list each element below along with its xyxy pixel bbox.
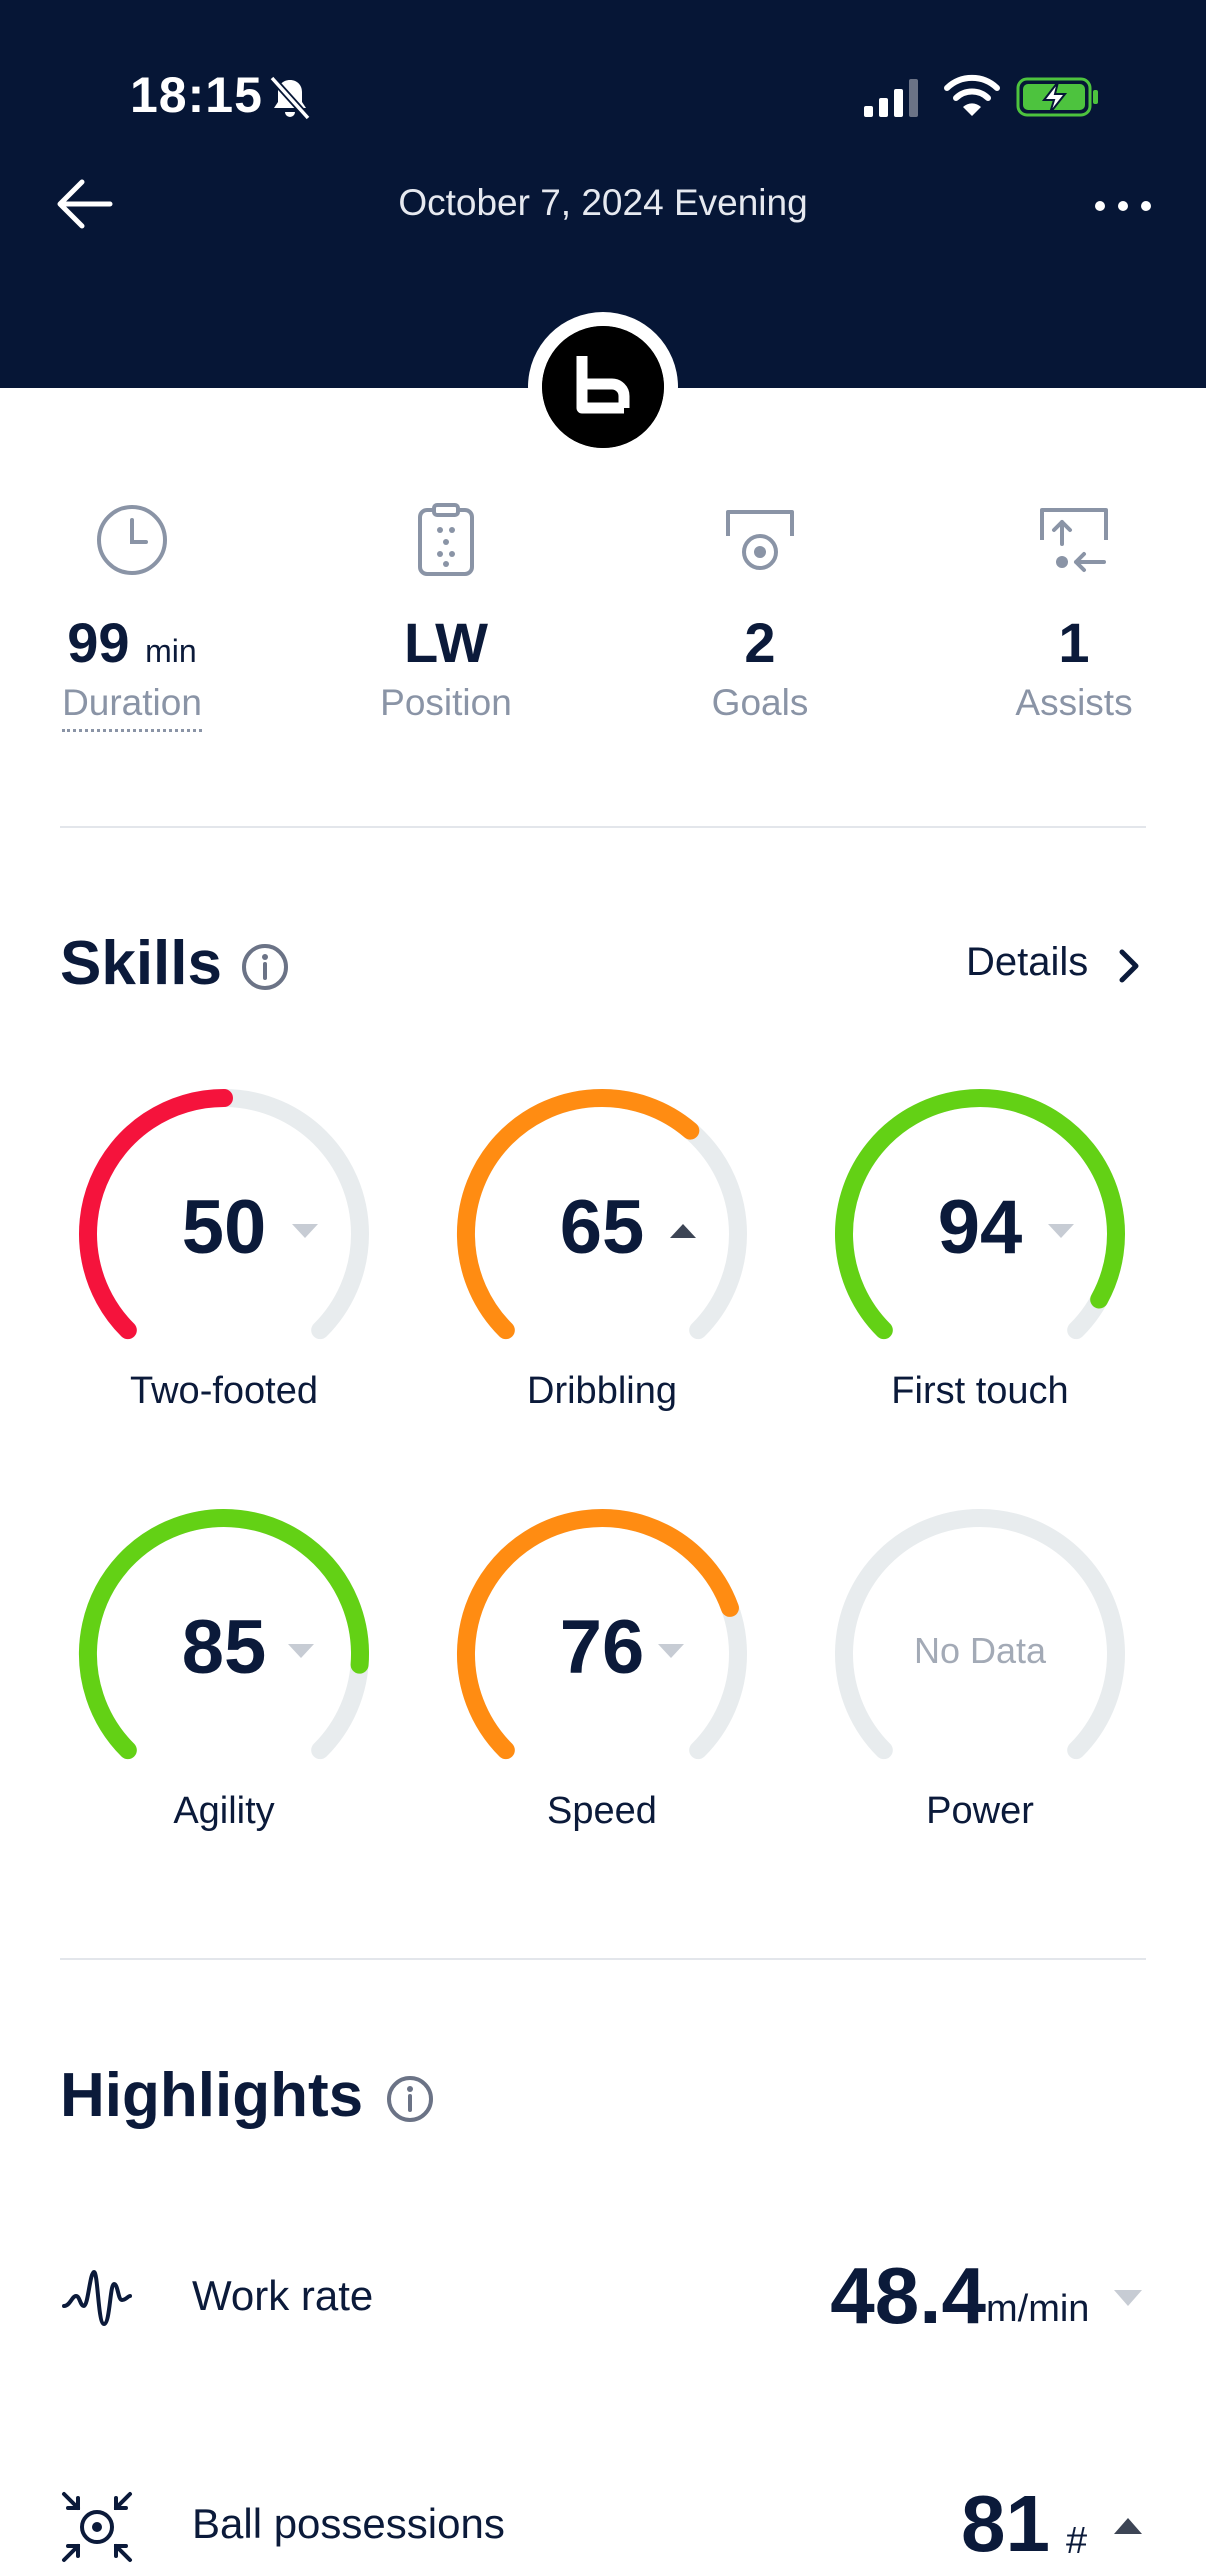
work-rate-icon bbox=[62, 2270, 132, 2326]
signal-icon bbox=[864, 79, 918, 117]
highlight-unit: # bbox=[1066, 2520, 1088, 2562]
stat-value: LW bbox=[404, 611, 488, 674]
trend-down-icon bbox=[658, 1644, 684, 1658]
stat-label: Goals bbox=[711, 682, 809, 723]
gauge-label: First touch bbox=[891, 1370, 1069, 1412]
gauge-no-data: No Data bbox=[913, 1630, 1047, 1671]
team-logo-avatar bbox=[528, 312, 678, 462]
stat-value: 2 bbox=[744, 611, 776, 674]
skill-gauge-speed[interactable]: 76 Speed bbox=[442, 1494, 762, 1834]
page-title: October 7, 2024 Evening bbox=[398, 182, 808, 223]
skill-gauge-agility[interactable]: 85 Agility bbox=[64, 1494, 384, 1834]
trend-down-icon bbox=[1048, 1224, 1074, 1238]
highlights-title: Highlights bbox=[60, 2061, 364, 2130]
stat-value: 99 bbox=[67, 611, 130, 674]
stat-duration[interactable]: 99 min Duration bbox=[2, 500, 262, 732]
divider bbox=[60, 1958, 1146, 1960]
gauge-arc bbox=[835, 1509, 1125, 1760]
highlights-info-icon[interactable] bbox=[385, 2074, 435, 2124]
bell-muted-icon bbox=[269, 75, 311, 121]
wifi-icon bbox=[944, 74, 1000, 116]
gauge-value: 94 bbox=[937, 1185, 1023, 1270]
highlight-row-work-rate[interactable]: Work rate 48.4 m/min bbox=[0, 2232, 1206, 2352]
highlight-value: 81 bbox=[961, 2479, 1050, 2564]
stat-label: Duration bbox=[62, 682, 202, 732]
more-options-button[interactable] bbox=[1090, 186, 1156, 226]
gauge-value: 76 bbox=[559, 1605, 645, 1690]
highlight-label: Ball possessions bbox=[192, 2500, 505, 2547]
gauge-label: Agility bbox=[173, 1790, 275, 1832]
status-time: 18:15 bbox=[130, 67, 263, 123]
skill-gauge-power[interactable]: No Data Power bbox=[820, 1494, 1140, 1834]
gauge-label: Two-footed bbox=[130, 1370, 318, 1412]
stat-label: Assists bbox=[1015, 682, 1133, 723]
trend-up-icon bbox=[1114, 2518, 1142, 2534]
stat-label: Position bbox=[380, 682, 512, 723]
clipboard-icon bbox=[418, 503, 474, 576]
brand-logo-icon bbox=[542, 326, 664, 448]
gauge-label: Power bbox=[926, 1790, 1034, 1832]
trend-down-icon bbox=[288, 1644, 314, 1658]
gauge-label: Speed bbox=[547, 1790, 657, 1832]
stat-unit: min bbox=[145, 633, 197, 669]
skill-gauge-dribbling[interactable]: 65 Dribbling bbox=[442, 1074, 762, 1414]
skills-title: Skills bbox=[60, 929, 222, 998]
battery-charging-icon bbox=[1016, 77, 1098, 117]
divider bbox=[60, 826, 1146, 828]
trend-up-icon bbox=[670, 1224, 696, 1238]
trend-down-icon bbox=[1114, 2290, 1142, 2306]
stat-position: LW Position bbox=[316, 500, 576, 724]
ball-possessions-icon bbox=[62, 2492, 132, 2562]
gauge-label: Dribbling bbox=[527, 1370, 677, 1412]
highlight-value: 48.4 bbox=[830, 2251, 986, 2340]
gauge-value: 50 bbox=[181, 1185, 267, 1270]
highlight-row-ball-possessions[interactable]: Ball possessions 81 # bbox=[0, 2460, 1206, 2564]
clock-icon bbox=[97, 505, 167, 575]
skills-info-icon[interactable] bbox=[240, 942, 290, 992]
stat-value: 1 bbox=[1058, 611, 1090, 674]
stat-goals: 2 Goals bbox=[630, 500, 890, 724]
gauge-value: 85 bbox=[181, 1605, 267, 1690]
goal-icon bbox=[726, 510, 794, 570]
highlight-label: Work rate bbox=[192, 2272, 374, 2319]
details-link[interactable]: Details bbox=[966, 940, 1088, 985]
chevron-right-icon[interactable] bbox=[1114, 946, 1144, 986]
skill-gauge-two-footed[interactable]: 50 Two-footed bbox=[64, 1074, 384, 1414]
skill-gauge-first-touch[interactable]: 94 First touch bbox=[820, 1074, 1140, 1414]
stat-assists: 1 Assists bbox=[944, 500, 1204, 724]
assist-icon bbox=[1040, 508, 1108, 572]
gauge-value: 65 bbox=[559, 1185, 645, 1270]
highlight-unit: m/min bbox=[986, 2288, 1090, 2330]
trend-down-icon bbox=[292, 1224, 318, 1238]
